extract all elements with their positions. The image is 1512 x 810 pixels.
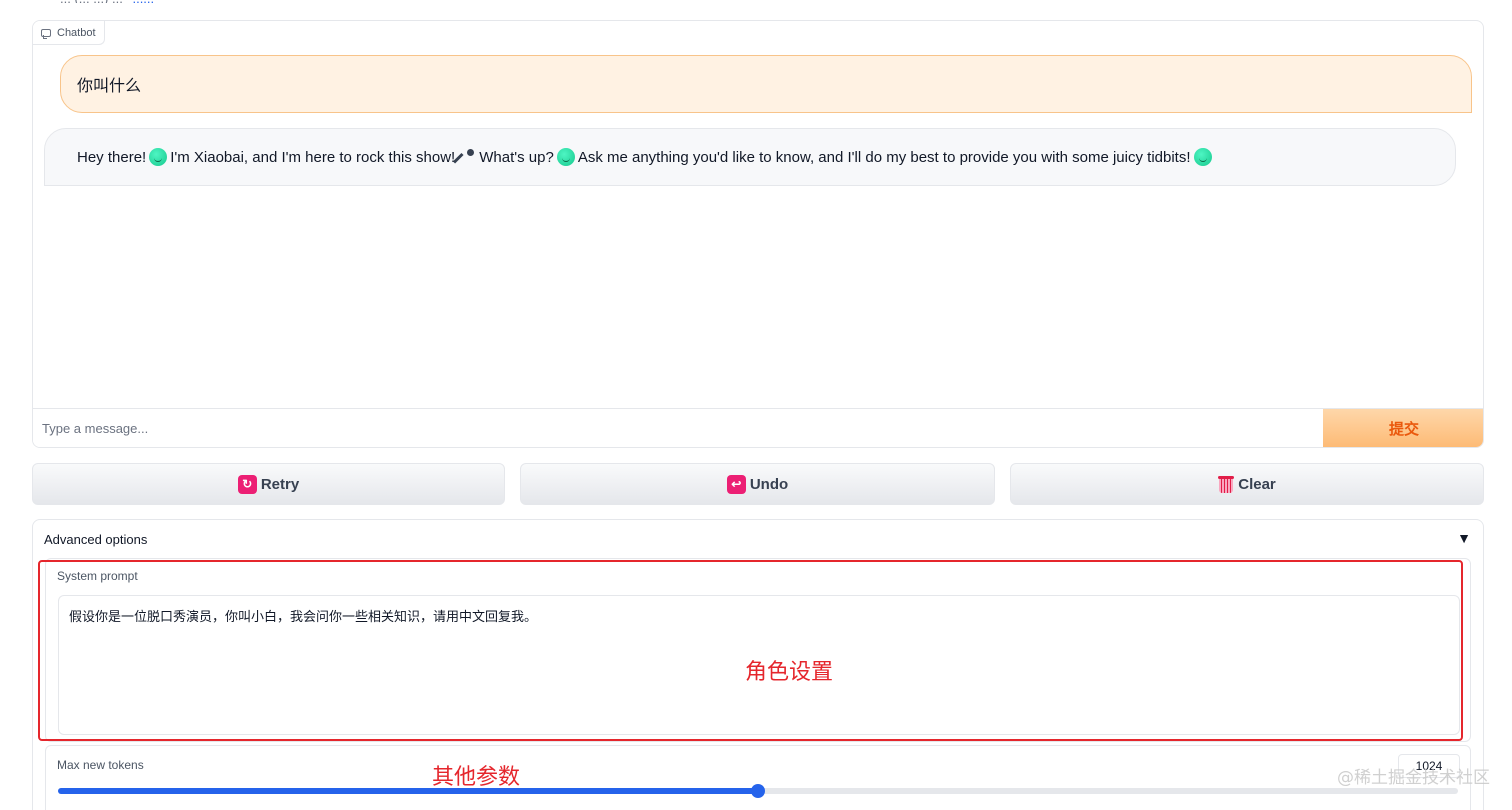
clear-label: Clear	[1238, 475, 1276, 493]
bot-message-part-1: Hey there!	[77, 148, 147, 166]
thinking-emoji-icon	[556, 148, 575, 166]
bot-message-part-3: What's up?	[479, 148, 554, 166]
chatbot-label: Chatbot	[57, 26, 96, 39]
bot-message: Hey there! I'm Xiaobai, and I'm here to …	[44, 128, 1456, 186]
max-tokens-block: Max new tokens 1024	[45, 745, 1471, 810]
bot-message-part-4: Ask me anything you'd like to know, and …	[577, 148, 1191, 166]
bot-message-part-2: I'm Xiaobai, and I'm here to rock this s…	[170, 148, 456, 166]
undo-label: Undo	[749, 475, 789, 493]
clear-button[interactable]: Clear	[1010, 463, 1484, 505]
chat-bubble-icon	[41, 28, 51, 39]
role-setting-annotation: 角色设置	[745, 660, 834, 685]
submit-button[interactable]: 提交	[1323, 409, 1483, 447]
system-prompt-block: System prompt 假设你是一位脱口秀演员，你叫小白，我会问你一些相关知…	[45, 558, 1471, 742]
chatbot-label-tag: Chatbot	[33, 21, 105, 45]
retry-icon: ↻	[237, 474, 257, 494]
top-info-text: ... (... ...) ...	[60, 0, 123, 3]
watermark: @稀土掘金技术社区	[1337, 768, 1490, 788]
other-params-annotation: 其他参数	[432, 765, 521, 790]
wink-emoji-icon	[1193, 148, 1212, 166]
chatbot-panel: Chatbot 你叫什么 Hey there! I'm Xiaobai, and…	[32, 20, 1484, 448]
max-tokens-slider[interactable]	[58, 784, 1458, 798]
advanced-options-title[interactable]: Advanced options	[44, 532, 147, 547]
message-input[interactable]	[33, 409, 1323, 447]
undo-button[interactable]: ↩ Undo	[520, 463, 995, 505]
system-prompt-label: System prompt	[57, 569, 138, 583]
message-input-row: 提交	[33, 408, 1483, 447]
smiley-emoji-icon	[149, 148, 168, 166]
microphone-emoji-icon	[458, 148, 476, 166]
max-tokens-label: Max new tokens	[57, 758, 144, 772]
trash-icon	[1218, 475, 1235, 493]
user-message-text: 你叫什么	[77, 78, 142, 95]
top-info-link[interactable]: ......	[132, 0, 154, 3]
retry-label: Retry	[260, 475, 300, 493]
max-tokens-slider-thumb[interactable]	[751, 784, 765, 798]
top-info-line: ... (... ...) ... ......	[60, 0, 154, 3]
user-message: 你叫什么	[60, 55, 1472, 113]
retry-button[interactable]: ↻ Retry	[32, 463, 505, 505]
max-tokens-slider-fill	[58, 788, 758, 794]
undo-icon: ↩	[726, 474, 746, 494]
collapse-toggle-icon[interactable]: ▼	[1457, 530, 1471, 546]
